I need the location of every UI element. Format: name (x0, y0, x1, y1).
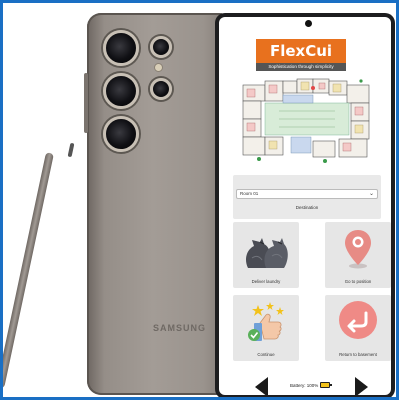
thumbs-up-stars-icon (248, 302, 284, 341)
continue-button[interactable]: Continue (233, 295, 299, 361)
laser-af-sensor (150, 78, 172, 100)
logo-tagline: Sophistication through simplicity (256, 63, 346, 71)
battery-icon (320, 382, 332, 388)
floor-plan-map[interactable] (239, 75, 373, 167)
s-pen-tip (67, 142, 75, 158)
go-to-position-button[interactable]: Go to position (325, 222, 391, 288)
brand-logo: SAMSUNG (153, 323, 207, 333)
laundry-bags-icon (246, 238, 288, 268)
go-to-position-label: Go to position (344, 279, 372, 284)
app-logo: FlexCui Sophistication through simplicit… (256, 39, 346, 71)
deliver-laundry-button[interactable]: Deliver laundry (233, 222, 299, 288)
screenshot-frame: SAMSUNG FlexCui Sophistication through s… (0, 0, 399, 400)
continue-label: Continue (257, 352, 275, 357)
previous-arrow-icon[interactable] (255, 377, 268, 395)
phone-side-button (84, 73, 88, 133)
periscope-camera-lens (150, 36, 172, 58)
location-pin-icon (345, 230, 371, 269)
destination-select[interactable]: Room 01 ⌄ (236, 189, 378, 199)
front-camera-punch-hole (305, 20, 312, 27)
main-camera-lens (103, 30, 139, 66)
next-arrow-icon[interactable] (355, 377, 368, 395)
deliver-laundry-label: Deliver laundry (251, 279, 281, 284)
phone-front: FlexCui Sophistication through simplicit… (215, 13, 395, 397)
wide-camera-lens (103, 116, 139, 152)
s-pen (3, 152, 54, 389)
logo-title: FlexCui (269, 42, 333, 60)
return-to-basement-button[interactable]: Return to basement (325, 295, 391, 361)
destination-selected-value: Room 01 (240, 191, 259, 196)
battery-status: Battery: 100% (290, 383, 319, 388)
destination-label: Destination (295, 205, 319, 210)
chevron-down-icon: ⌄ (368, 191, 374, 197)
destination-panel: Room 01 ⌄ Destination (233, 175, 381, 219)
return-arrow-icon (339, 301, 377, 339)
app-screen: FlexCui Sophistication through simplicit… (219, 17, 391, 395)
camera-flash (154, 63, 163, 72)
return-to-basement-label: Return to basement (339, 352, 377, 357)
telephoto-camera-lens (103, 73, 139, 109)
